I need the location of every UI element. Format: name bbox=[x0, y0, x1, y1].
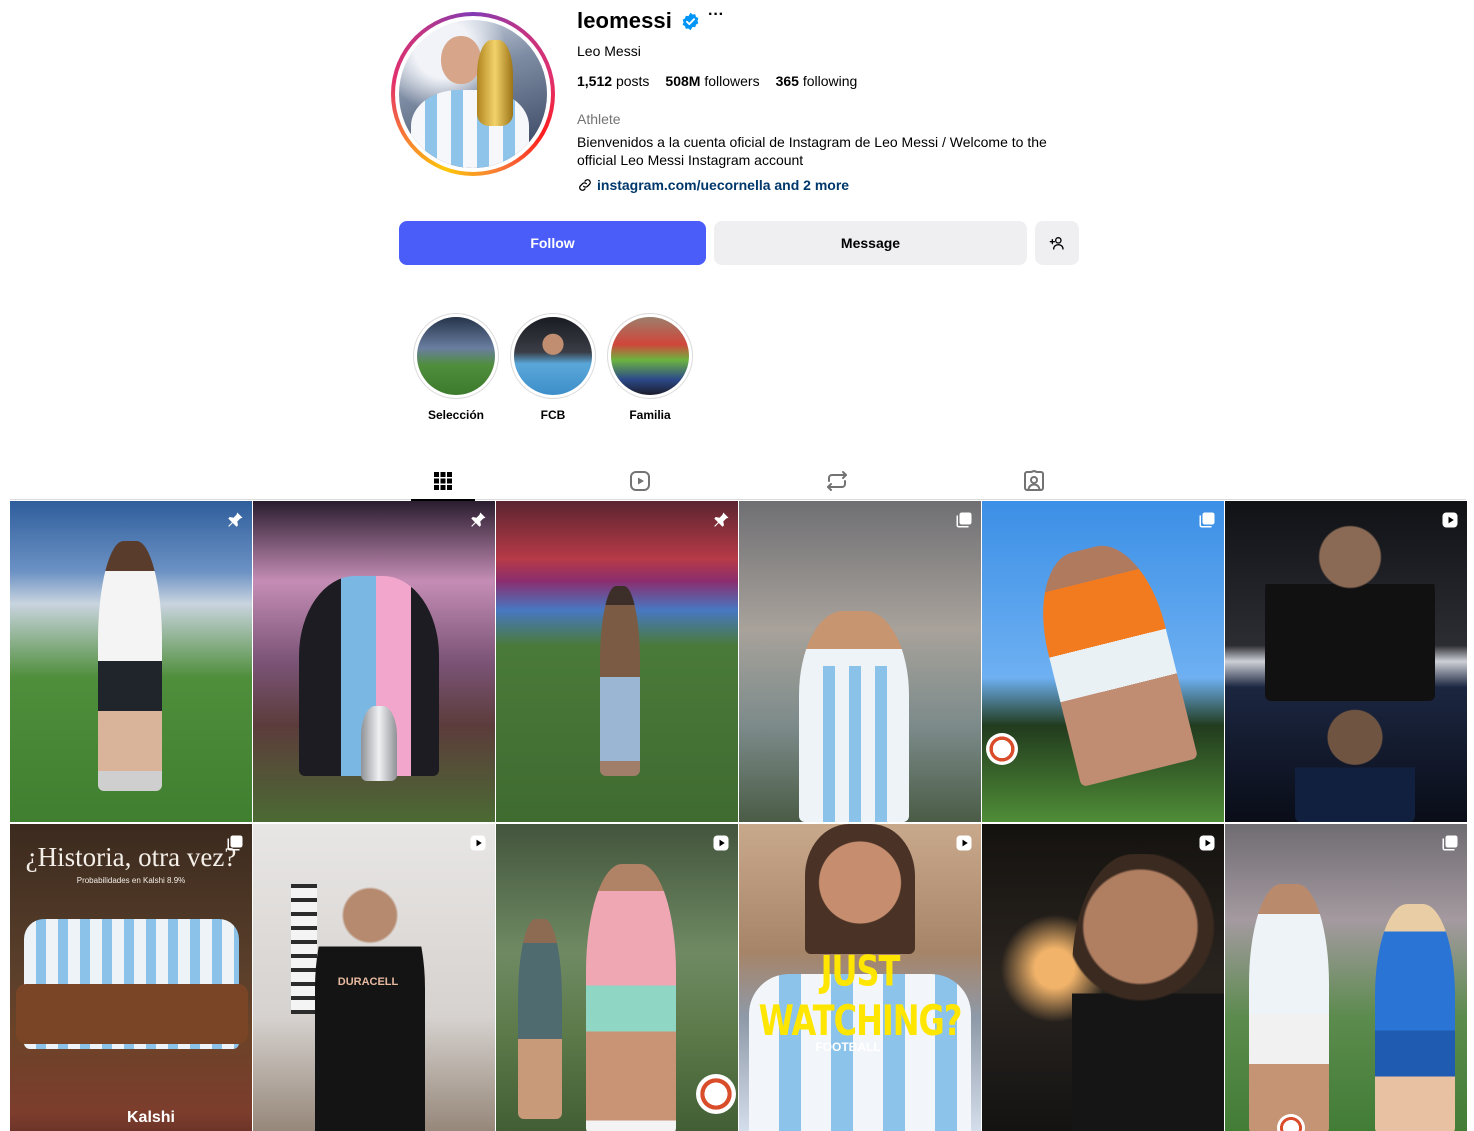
followers-count: 508M bbox=[665, 73, 701, 89]
tab-reposts[interactable] bbox=[805, 462, 869, 500]
post-figure bbox=[315, 884, 425, 1131]
highlight-cover bbox=[417, 317, 495, 395]
tab-posts[interactable] bbox=[411, 462, 475, 501]
pinned-icon bbox=[471, 512, 486, 527]
post-tile[interactable] bbox=[253, 501, 495, 822]
posts-label: posts bbox=[615, 73, 650, 89]
reel-icon bbox=[956, 835, 972, 851]
profile-category: Athlete bbox=[577, 111, 621, 127]
post-ball bbox=[986, 733, 1018, 765]
profile-link-text: instagram.com/uecornella and 2 more bbox=[597, 177, 850, 193]
highlight-cover bbox=[611, 317, 689, 395]
avatar-inner bbox=[395, 16, 551, 172]
add-user-icon bbox=[1049, 237, 1064, 250]
post-tile[interactable]: DURACELL bbox=[253, 824, 495, 1131]
carousel-icon bbox=[1442, 835, 1458, 851]
stat-posts: 1,512 posts bbox=[577, 73, 649, 89]
message-button[interactable]: Message bbox=[714, 221, 1027, 265]
post-ball bbox=[696, 1074, 736, 1114]
post-tile[interactable] bbox=[496, 824, 738, 1131]
profile-link[interactable]: instagram.com/uecornella and 2 more bbox=[577, 177, 849, 193]
post-tile[interactable]: JUST WATCHING? FOOTBALL bbox=[739, 824, 981, 1131]
post-face bbox=[805, 824, 915, 954]
post-tile[interactable] bbox=[982, 501, 1224, 822]
tab-tagged[interactable] bbox=[1002, 462, 1066, 500]
post-tile[interactable] bbox=[1225, 501, 1467, 822]
highlight-cover bbox=[514, 317, 592, 395]
following-count: 365 bbox=[775, 73, 799, 89]
post-figure-2 bbox=[1375, 904, 1455, 1131]
carousel-icon bbox=[1199, 512, 1215, 528]
reels-icon bbox=[630, 471, 650, 491]
highlight-ring bbox=[413, 313, 499, 399]
pinned-icon bbox=[714, 512, 729, 527]
post-figure bbox=[1072, 854, 1224, 1131]
highlight-label: Selección bbox=[427, 408, 485, 422]
post-tile[interactable] bbox=[1225, 824, 1467, 1131]
post-tile[interactable] bbox=[496, 501, 738, 822]
following-label: following bbox=[802, 73, 858, 89]
post-sofa bbox=[16, 984, 248, 1044]
tagged-user-icon bbox=[1024, 470, 1044, 491]
post-brand-text: Kalshi bbox=[126, 1109, 175, 1126]
post-figure bbox=[1265, 521, 1435, 701]
post-figure bbox=[586, 864, 676, 1131]
tabs-divider bbox=[10, 499, 1466, 500]
post-stripes bbox=[809, 666, 899, 822]
profile-username: leomessi bbox=[577, 8, 672, 33]
post-subtitle-text: Probabilidades en Kalshi 8.9% bbox=[76, 876, 186, 885]
highlight-label: Familia bbox=[629, 408, 671, 422]
post-tile[interactable]: ¿Historia, otra vez? Probabilidades en K… bbox=[10, 824, 252, 1131]
highlight-fcb[interactable]: FCB bbox=[510, 313, 596, 422]
highlight-ring bbox=[607, 313, 693, 399]
profile-bio: Bienvenidos a la cuenta oficial de Insta… bbox=[577, 134, 1047, 168]
post-title-text: ¿Historia, otra vez? bbox=[25, 842, 237, 872]
carousel-icon bbox=[956, 512, 972, 528]
post-figure-2 bbox=[518, 919, 562, 1119]
profile-avatar[interactable] bbox=[391, 12, 555, 176]
tab-reels[interactable] bbox=[608, 462, 672, 500]
post-trophy bbox=[361, 706, 397, 781]
highlight-label: FCB bbox=[540, 408, 566, 422]
avatar-head bbox=[441, 36, 481, 84]
profile-full-name: Leo Messi bbox=[577, 43, 641, 59]
avatar-trophy bbox=[477, 40, 513, 126]
post-figure bbox=[600, 586, 640, 776]
posts-grid: ¿Historia, otra vez? Probabilidades en K… bbox=[10, 501, 1467, 1131]
verified-badge-icon bbox=[682, 12, 699, 31]
post-tile[interactable] bbox=[10, 501, 252, 822]
highlight-ring bbox=[510, 313, 596, 399]
stat-followers[interactable]: 508M followers bbox=[665, 73, 759, 89]
post-figure-2 bbox=[1295, 701, 1415, 822]
post-figure bbox=[1249, 884, 1329, 1131]
reel-icon bbox=[470, 835, 486, 851]
post-shirt-text: DURACELL bbox=[337, 976, 399, 988]
reel-icon bbox=[713, 835, 729, 851]
reposts-icon bbox=[827, 471, 847, 491]
post-light-panel bbox=[291, 884, 317, 1014]
posts-grid-icon bbox=[434, 472, 452, 490]
highlight-familia[interactable]: Familia bbox=[607, 313, 693, 422]
profile-stats: 1,512 posts 508M followers 365 following bbox=[577, 73, 857, 89]
post-brand-text: FOOTBALL bbox=[815, 1040, 881, 1054]
carousel-icon bbox=[227, 835, 243, 851]
more-options-icon[interactable]: ··· bbox=[708, 6, 724, 24]
reel-icon bbox=[1199, 835, 1215, 851]
post-tile[interactable] bbox=[739, 501, 981, 822]
avatar-image bbox=[399, 20, 547, 168]
post-caption-text: JUST WATCHING? bbox=[758, 946, 963, 1046]
post-figure bbox=[1025, 534, 1199, 788]
posts-count: 1,512 bbox=[577, 73, 613, 89]
followers-label: followers bbox=[704, 73, 760, 89]
follow-button[interactable]: Follow bbox=[399, 221, 706, 265]
post-figure bbox=[98, 541, 162, 791]
pinned-icon bbox=[228, 512, 243, 527]
stat-following[interactable]: 365 following bbox=[776, 73, 858, 89]
link-icon bbox=[579, 179, 591, 191]
post-tile[interactable] bbox=[982, 824, 1224, 1131]
suggested-users-button[interactable] bbox=[1035, 221, 1079, 265]
highlight-seleccion[interactable]: Selección bbox=[413, 313, 499, 422]
reel-icon bbox=[1442, 512, 1458, 528]
